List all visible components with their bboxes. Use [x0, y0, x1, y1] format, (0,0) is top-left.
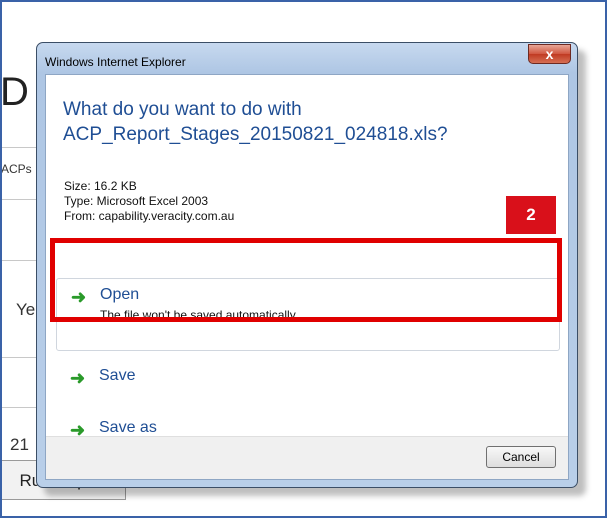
save-option[interactable]: ➜ Save	[56, 360, 560, 400]
background-row-text: 21	[10, 435, 29, 454]
file-size: Size: 16.2 KB	[64, 179, 137, 193]
question-line-1: What do you want to do with	[63, 99, 302, 120]
dialog-body: What do you want to do with ACP_Report_S…	[45, 74, 569, 480]
file-type: Type: Microsoft Excel 2003	[64, 194, 209, 208]
save-label: Save	[99, 367, 136, 384]
file-source: From: capability.veracity.com.au	[64, 209, 235, 223]
screenshot-frame: D ACPs Ye 21 Run Report Windows Internet…	[0, 0, 607, 518]
save-as-label: Save as	[99, 419, 157, 436]
green-arrow-icon: ➜	[70, 368, 86, 388]
question-filename: ACP_Report_Stages_20150821_024818.xls?	[63, 124, 448, 145]
dialog-titlebar: Windows Internet Explorer	[45, 51, 445, 73]
close-button[interactable]: x	[528, 44, 571, 64]
background-tab-fragment: ACPs	[1, 162, 32, 176]
open-label: Open	[100, 286, 140, 303]
open-description: The file won't be saved automatically.	[100, 308, 299, 322]
green-arrow-icon: ➜	[71, 287, 87, 307]
close-icon: x	[545, 46, 554, 62]
download-question: What do you want to do with ACP_Report_S…	[63, 97, 448, 147]
open-option[interactable]: ➜ Open The file won't be saved automatic…	[56, 278, 560, 351]
background-heading-fragment: D	[0, 70, 29, 114]
file-info: Size: 16.2 KB Type: Microsoft Excel 2003…	[64, 179, 234, 224]
cancel-button[interactable]: Cancel	[486, 446, 556, 468]
dialog-title: Windows Internet Explorer	[45, 55, 186, 69]
background-row-text: Ye	[16, 300, 36, 319]
download-dialog: Windows Internet Explorer x What do you …	[36, 42, 578, 488]
dialog-footer: Cancel	[46, 436, 568, 479]
step-number-badge: 2	[506, 196, 556, 234]
